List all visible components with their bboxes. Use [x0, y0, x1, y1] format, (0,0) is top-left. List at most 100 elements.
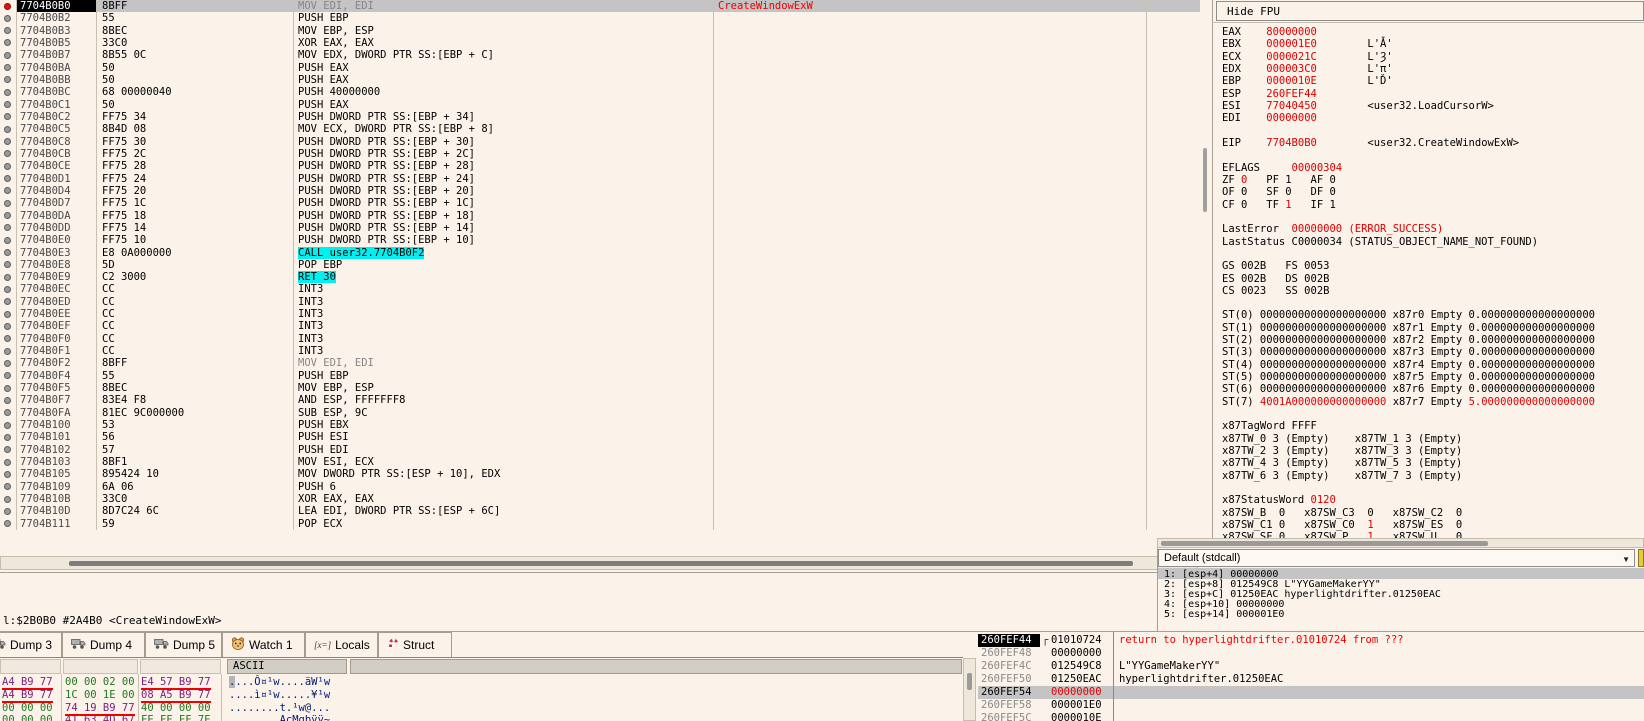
register-line[interactable]: EBP 0000010E L'Ď': [1222, 75, 1393, 87]
register-line[interactable]: x87TW_4 3 (Empty) x87TW_5 3 (Empty): [1222, 457, 1462, 469]
dump-v-scrollbar[interactable]: [963, 658, 976, 721]
debugger-window: 7704B0B08BFFMOV EDI, EDICreateWindowExW7…: [0, 0, 1644, 721]
arg-row[interactable]: 5: [esp+14] 000001E0: [1164, 609, 1284, 620]
disasm-h-scrollbar-thumb[interactable]: [69, 561, 1133, 566]
register-line[interactable]: ST(0) 00000000000000000000 x87r0 Empty 0…: [1222, 309, 1595, 321]
tab-bar-baseline: [0, 657, 963, 658]
hex-byte-group: 00 00 00: [2, 702, 53, 714]
tab-watch-1[interactable]: Watch 1: [222, 632, 305, 657]
register-line[interactable]: ESP 260FEF44: [1222, 88, 1317, 100]
stack-row[interactable]: 260FEF5001250EAChyperlightdrifter.01250E…: [978, 673, 1644, 686]
register-line[interactable]: x87StatusWord 0120: [1222, 494, 1336, 506]
stack-comment: hyperlightdrifter.01250EAC: [1119, 673, 1283, 685]
stack-address: 260FEF48: [981, 647, 1032, 659]
register-line[interactable]: EDI 00000000: [1222, 112, 1317, 124]
register-line[interactable]: ES 002B DS 002B: [1222, 273, 1329, 285]
register-line[interactable]: x87SW_SF 0 x87SW_P 1 x87SW_U 0: [1222, 531, 1462, 538]
hex-byte-group: 00 00 00: [2, 714, 53, 721]
dump-ascii-header: ASCII: [227, 659, 347, 674]
register-line[interactable]: ST(7) 4001A000000000000000 x87r7 Empty 5…: [1222, 396, 1595, 408]
stack-value: 00000000: [1051, 647, 1102, 659]
calling-convention-select[interactable]: Default (stdcall) ▼: [1158, 549, 1635, 567]
tab-label: Dump 3: [10, 638, 52, 652]
register-line[interactable]: EFLAGS 00000304: [1222, 162, 1342, 174]
register-line[interactable]: EAX 80000000: [1222, 26, 1317, 38]
stack-address: 260FEF44: [981, 634, 1032, 646]
dump-row[interactable]: 00 00 0041 63 4D 67FE FF FF 7E........Ac…: [0, 714, 962, 721]
register-line[interactable]: EIP 7704B0B0 <user32.CreateWindowExW>: [1222, 137, 1519, 149]
tab-dump-4[interactable]: Dump 4: [62, 632, 145, 657]
tab-label: Dump 5: [173, 638, 215, 652]
register-line[interactable]: ST(5) 00000000000000000000 x87r5 Empty 0…: [1222, 371, 1595, 383]
register-line[interactable]: ST(4) 00000000000000000000 x87r4 Empty 0…: [1222, 359, 1595, 371]
tab-dump-5[interactable]: Dump 5: [145, 632, 222, 657]
register-line[interactable]: GS 002B FS 0053: [1222, 260, 1329, 272]
register-line[interactable]: x87TW_6 3 (Empty) x87TW_7 3 (Empty): [1222, 470, 1462, 482]
disasm-h-scrollbar[interactable]: [0, 556, 1198, 570]
stack-address: 260FEF58: [981, 699, 1032, 711]
dump-truck-icon: [154, 637, 169, 653]
dump-row[interactable]: 00 00 0074 19 B9 7740 00 00 00........t.…: [0, 702, 962, 715]
register-line[interactable]: EBX 000001E0 L'Ǡ': [1222, 38, 1393, 50]
esp-address-box: 260FEF44: [978, 634, 1040, 647]
dump-truck-icon: [71, 637, 86, 653]
tab-dump-3[interactable]: Dump 3: [0, 632, 62, 657]
register-line[interactable]: ST(1) 00000000000000000000 x87r1 Empty 0…: [1222, 322, 1595, 334]
register-line[interactable]: ECX 0000021C L'Ȝ': [1222, 51, 1393, 63]
args-count-spinbox-partial[interactable]: [1638, 549, 1644, 567]
stack-comment: return to hyperlightdrifter.01010724 fro…: [1119, 634, 1403, 646]
return-address-bracket: ┌: [1042, 634, 1048, 646]
register-line[interactable]: OF 0 SF 0 DF 0: [1222, 186, 1336, 198]
tab-label: Watch 1: [249, 638, 293, 652]
dump-ascii-text: ....Ô¤¹w....äW¹w: [229, 676, 330, 688]
hex-byte-group: FE FF FF 7E: [141, 714, 211, 721]
register-line[interactable]: x87TW_0 3 (Empty) x87TW_1 3 (Empty): [1222, 433, 1462, 445]
locals-icon: [x=]: [314, 640, 331, 650]
dump-row[interactable]: A4 B9 771C 00 1E 0008 A5 B9 77....ì¤¹w..…: [0, 689, 962, 702]
dump-v-scrollbar-thumb[interactable]: [967, 673, 972, 690]
stack-address: 260FEF50: [981, 673, 1032, 685]
stack-value: 012549C8: [1051, 660, 1102, 672]
stack-row[interactable]: 260FEF4C012549C8L"YYGameMakerYY": [978, 660, 1644, 673]
struct-icon: [387, 637, 399, 654]
calling-convention-value: Default (stdcall): [1164, 552, 1240, 564]
dump-truck-icon: [0, 637, 6, 653]
tab-locals[interactable]: [x=]Locals: [305, 632, 378, 657]
register-line[interactable]: EDX 000003C0 L'π': [1222, 63, 1393, 75]
register-line[interactable]: LastError 00000000 (ERROR_SUCCESS): [1222, 223, 1443, 235]
register-line[interactable]: ST(2) 00000000000000000000 x87r2 Empty 0…: [1222, 334, 1595, 346]
dump-ascii-text: ....ì¤¹w.....¥¹w: [229, 689, 330, 701]
dump-header-cell: [0, 659, 61, 674]
registers-h-scrollbar-thumb[interactable]: [1161, 541, 1488, 546]
stack-row[interactable]: 260FEF44┌01010724return to hyperlightdri…: [978, 634, 1644, 647]
stack-row[interactable]: 260FEF58000001E0: [978, 699, 1644, 712]
dump-ascii-text: ........t.¹w@...: [229, 702, 330, 714]
stack-value: 0000010E: [1051, 712, 1102, 721]
register-line[interactable]: x87TagWord FFFF: [1222, 420, 1317, 432]
registers-h-scrollbar[interactable]: [1157, 538, 1644, 548]
registers-pane[interactable]: EAX 80000000EBX 000001E0 L'Ǡ'ECX 0000021…: [0, 0, 1644, 538]
watch-icon: [231, 637, 245, 653]
stack-row[interactable]: 260FEF48 00000000: [978, 647, 1644, 660]
pane-border: [0, 572, 1157, 573]
register-line[interactable]: x87SW_C1 0 x87SW_C0 1 x87SW_ES 0: [1222, 519, 1462, 531]
register-line[interactable]: ZF 0 PF 1 AF 0: [1222, 174, 1336, 186]
stack-col-divider: [1113, 632, 1114, 721]
register-line[interactable]: x87SW_B 0 x87SW_C3 0 x87SW_C2 0: [1222, 507, 1462, 519]
register-line[interactable]: ST(6) 00000000000000000000 x87r6 Empty 0…: [1222, 383, 1595, 395]
dump-ascii-text: ........AcMgþÿÿ~: [229, 714, 330, 721]
hex-byte-group: 00 00 02 00: [65, 676, 135, 688]
register-line[interactable]: CF 0 TF 1 IF 1: [1222, 199, 1336, 211]
register-line[interactable]: LastStatus C0000034 (STATUS_OBJECT_NAME_…: [1222, 236, 1538, 248]
register-line[interactable]: ESI 77040450 <user32.LoadCursorW>: [1222, 100, 1494, 112]
stack-value: 00000000: [1051, 686, 1102, 698]
stack-row[interactable]: 260FEF5400000000: [978, 686, 1644, 699]
tab-label: Dump 4: [90, 638, 132, 652]
dump-row[interactable]: A4 B9 7700 00 02 00E4 57 B9 77....Ô¤¹w..…: [0, 676, 962, 689]
register-line[interactable]: ST(3) 00000000000000000000 x87r3 Empty 0…: [1222, 346, 1595, 358]
register-line[interactable]: CS 0023 SS 002B: [1222, 285, 1329, 297]
chevron-down-icon: ▼: [1622, 555, 1630, 564]
tab-struct[interactable]: Struct: [378, 632, 452, 657]
register-line[interactable]: x87TW_2 3 (Empty) x87TW_3 3 (Empty): [1222, 445, 1462, 457]
stack-row[interactable]: 260FEF5C0000010E: [978, 712, 1644, 721]
